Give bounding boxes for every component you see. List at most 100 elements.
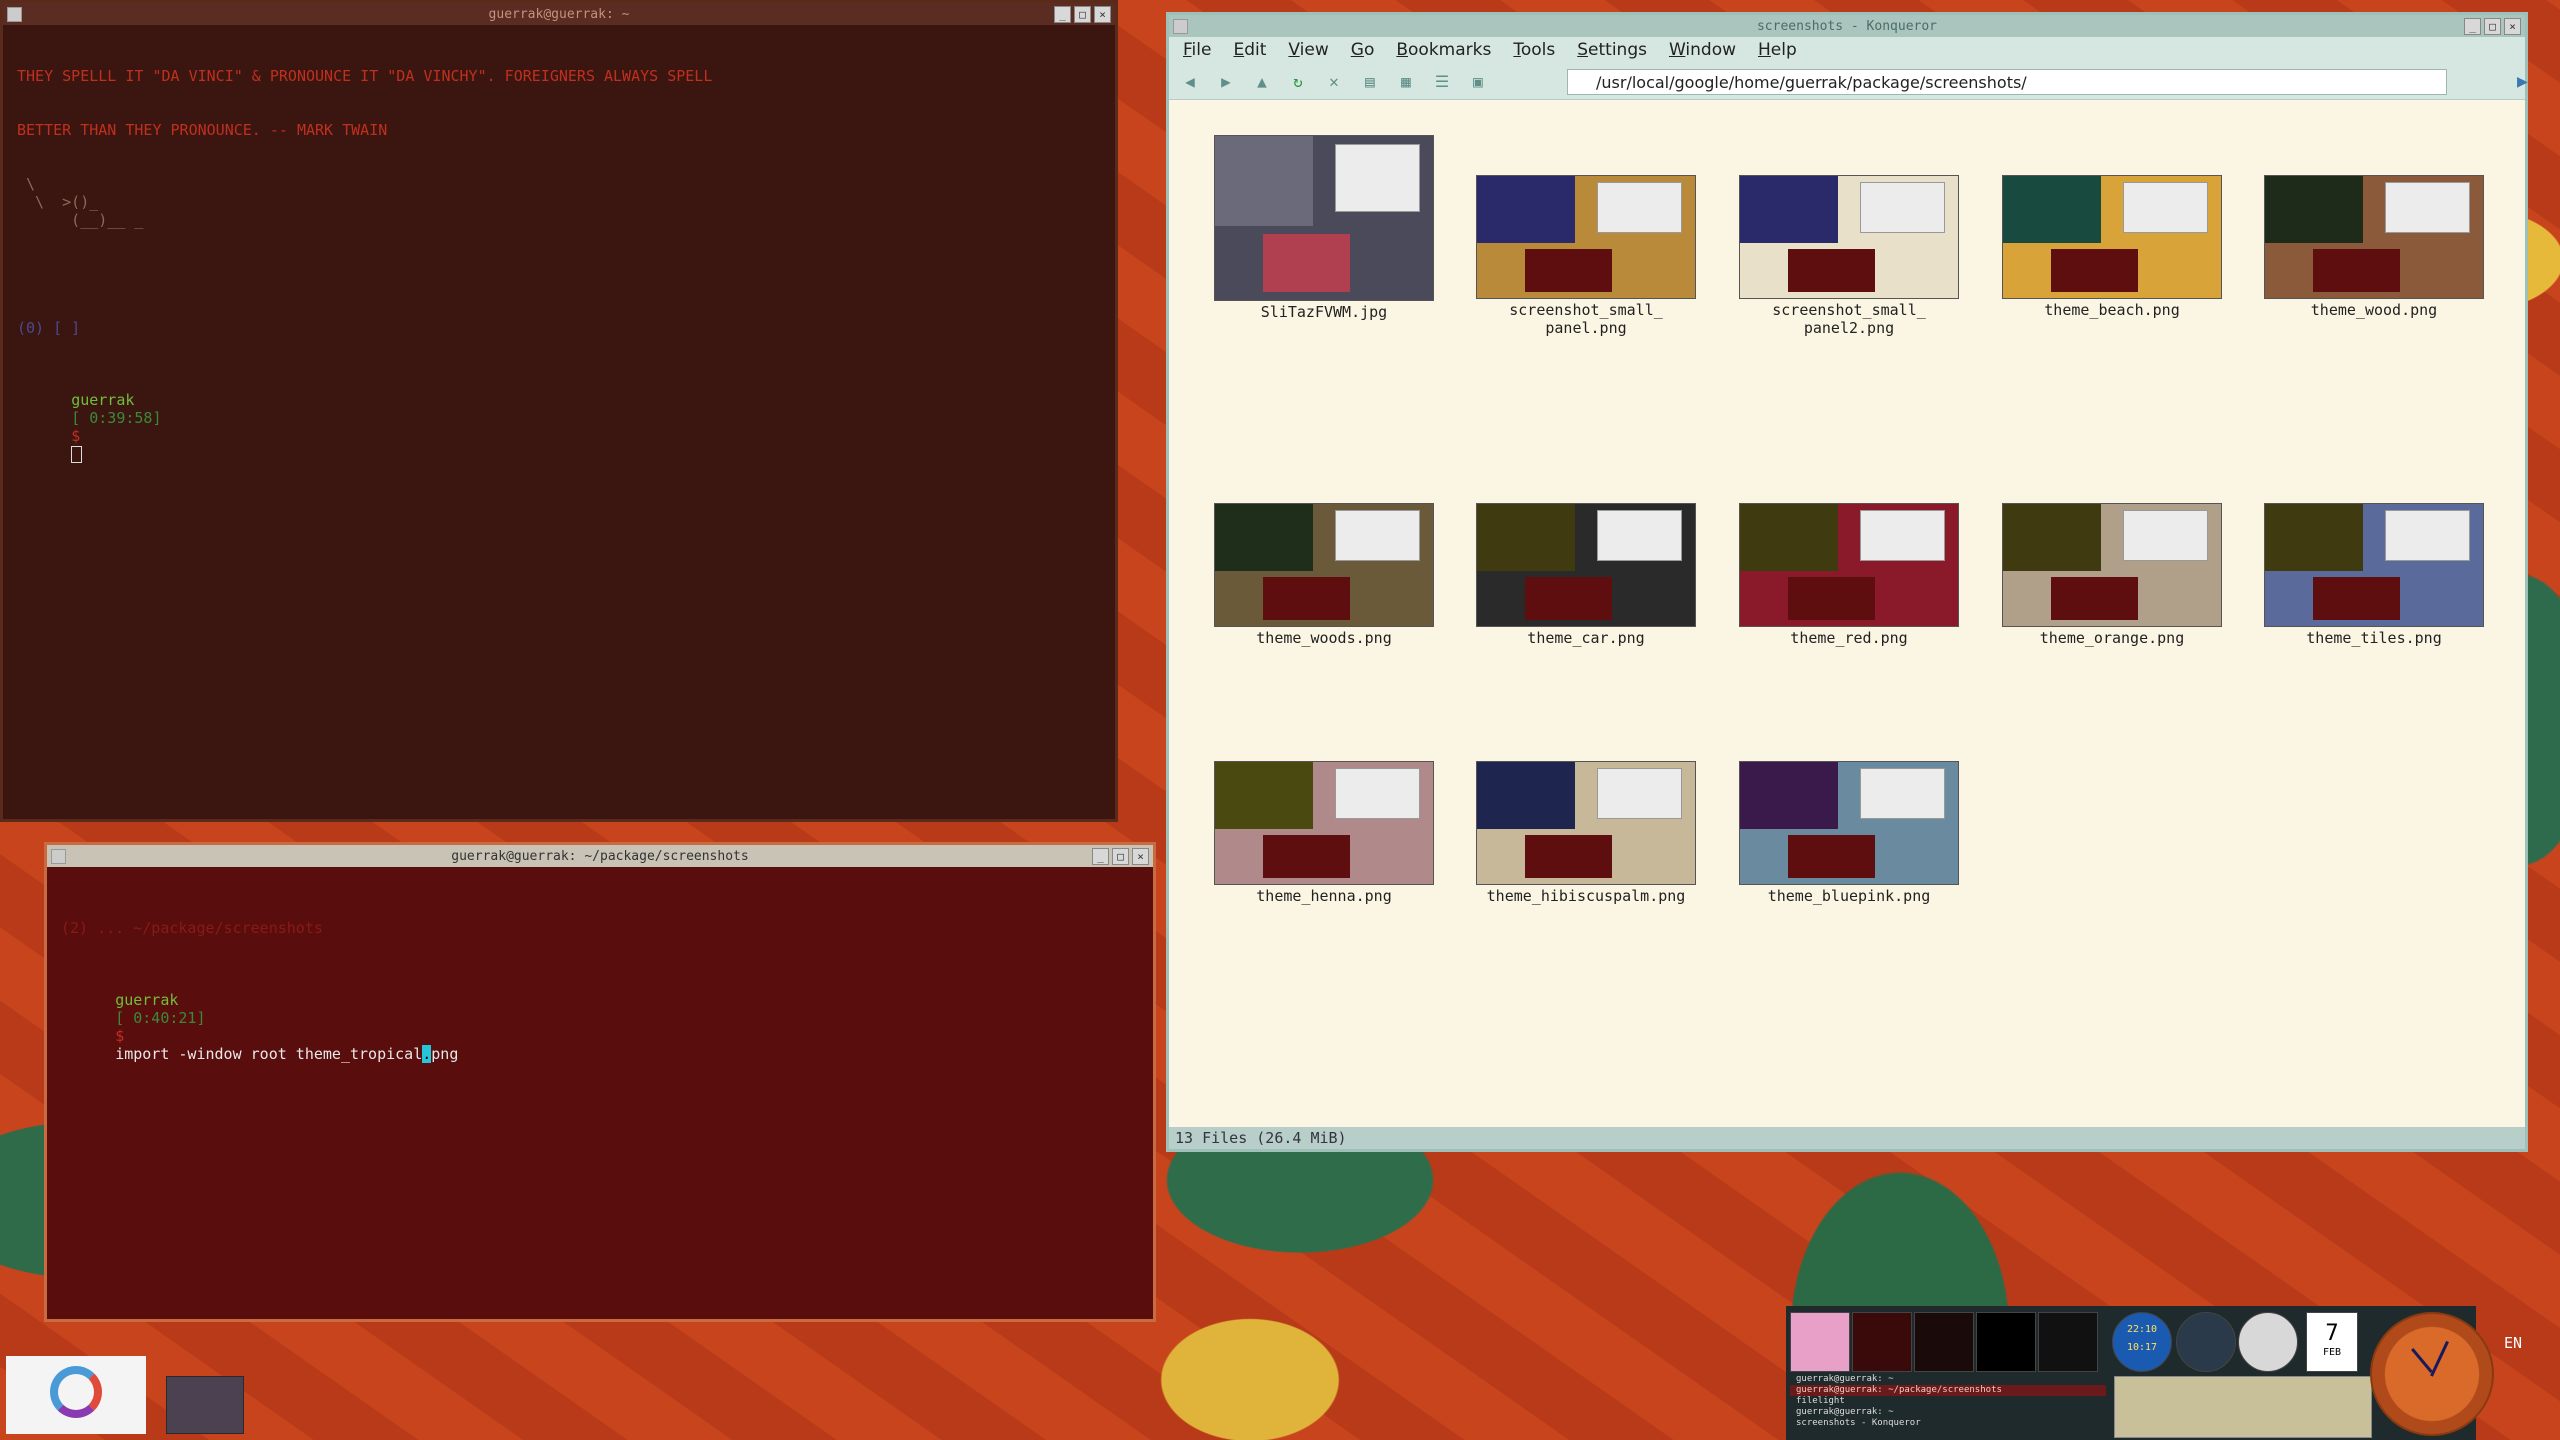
go-icon[interactable]: ▶ bbox=[2517, 71, 2528, 92]
prompt-user: guerrak bbox=[115, 991, 179, 1009]
file-item[interactable]: theme_tiles.png bbox=[2259, 503, 2489, 647]
world-clock-time-1: 22:10 bbox=[2126, 1324, 2158, 1335]
file-item[interactable]: screenshot_small_ panel.png bbox=[1471, 175, 1701, 337]
status-bar: 13 Files (26.4 MiB) bbox=[1169, 1127, 2525, 1149]
file-name: screenshot_small_ panel2.png bbox=[1772, 301, 1926, 337]
file-item[interactable]: theme_woods.png bbox=[1209, 503, 1439, 647]
menu-settings[interactable]: Settings bbox=[1577, 40, 1647, 60]
up-icon[interactable]: ▲ bbox=[1249, 68, 1275, 94]
close-button[interactable]: × bbox=[1094, 6, 1111, 23]
file-thumbnail bbox=[1476, 503, 1696, 627]
konqueror-title: screenshots - Konqueror bbox=[1756, 18, 1937, 34]
clock-hand bbox=[2430, 1340, 2449, 1377]
menu-file[interactable]: File bbox=[1183, 40, 1211, 60]
file-thumbnail bbox=[2002, 175, 2222, 299]
minimize-button[interactable]: _ bbox=[1092, 848, 1109, 865]
file-thumbnail bbox=[1214, 135, 1434, 301]
terminal2-title: guerrak@guerrak: ~/package/screenshots bbox=[451, 848, 749, 864]
stop-icon[interactable]: ✕ bbox=[1321, 68, 1347, 94]
file-thumbnail bbox=[2264, 503, 2484, 627]
file-name: theme_tiles.png bbox=[2306, 629, 2442, 647]
window-menu-icon[interactable] bbox=[7, 7, 22, 22]
calendar-day: 7 bbox=[2325, 1321, 2339, 1346]
task-item-active[interactable]: guerrak@guerrak: ~/package/screenshots bbox=[1790, 1385, 2106, 1396]
icon-view-icon[interactable]: ▦ bbox=[1393, 68, 1419, 94]
file-thumbnail bbox=[1739, 761, 1959, 885]
menu-view[interactable]: View bbox=[1288, 40, 1328, 60]
workspace-switcher[interactable] bbox=[2114, 1376, 2372, 1438]
file-item[interactable]: theme_orange.png bbox=[1997, 503, 2227, 647]
file-item[interactable]: theme_car.png bbox=[1471, 503, 1701, 647]
task-item[interactable]: guerrak@guerrak: ~ bbox=[1790, 1374, 2106, 1385]
file-item[interactable]: SliTazFVWM.jpg bbox=[1209, 135, 1439, 321]
task-item[interactable]: screenshots - Konqueror bbox=[1790, 1418, 2106, 1429]
command-text-rest: png bbox=[431, 1045, 459, 1063]
fortune-line-2: BETTER THAN THEY PRONOUNCE. -- MARK TWAI… bbox=[17, 121, 388, 139]
file-name: theme_woods.png bbox=[1256, 629, 1392, 647]
file-name: theme_hibiscuspalm.png bbox=[1486, 887, 1686, 905]
fortune-line-1: THEY SPELLL IT "DA VINCI" & PRONOUNCE IT… bbox=[17, 67, 713, 85]
back-icon[interactable]: ◀ bbox=[1177, 68, 1203, 94]
file-item[interactable]: theme_bluepink.png bbox=[1734, 761, 1964, 905]
maximize-button[interactable]: □ bbox=[2484, 18, 2501, 35]
close-button[interactable]: × bbox=[1132, 848, 1149, 865]
menu-go[interactable]: Go bbox=[1351, 40, 1375, 60]
file-item[interactable]: theme_wood.png bbox=[2259, 175, 2489, 319]
view-mode-icon[interactable]: ▤ bbox=[1357, 68, 1383, 94]
file-name: theme_orange.png bbox=[2039, 629, 2185, 647]
file-name: theme_beach.png bbox=[2044, 301, 2180, 319]
file-item[interactable]: theme_hibiscuspalm.png bbox=[1471, 761, 1701, 905]
clock-hand bbox=[2411, 1348, 2433, 1373]
file-thumbnail bbox=[2002, 503, 2222, 627]
term2-status-line: (2) ... ~/package/screenshots bbox=[61, 919, 323, 937]
window-menu-icon[interactable] bbox=[1173, 19, 1188, 34]
task-item[interactable]: guerrak@guerrak: ~ bbox=[1790, 1407, 2106, 1418]
file-item[interactable]: theme_red.png bbox=[1734, 503, 1964, 647]
location-bar[interactable]: /usr/local/google/home/guerrak/package/s… bbox=[1567, 69, 2447, 95]
terminal-window-screenshots[interactable]: guerrak@guerrak: ~/package/screenshots _… bbox=[44, 842, 1156, 1322]
cowsay-art: \ \ >()_ (__)__ _ bbox=[26, 175, 144, 229]
memory-monitor bbox=[1914, 1312, 1974, 1372]
file-thumbnail bbox=[1214, 503, 1434, 627]
maximize-button[interactable]: □ bbox=[1112, 848, 1129, 865]
prompt-user: guerrak bbox=[71, 391, 135, 409]
minimize-button[interactable]: _ bbox=[2464, 18, 2481, 35]
prompt-symbol: $ bbox=[71, 427, 81, 445]
konqueror-window[interactable]: screenshots - Konqueror _ □ × File Edit … bbox=[1166, 12, 2528, 1152]
detail-view-icon[interactable]: ☰ bbox=[1429, 68, 1455, 94]
maximize-button[interactable]: □ bbox=[1074, 6, 1091, 23]
tree-view-icon[interactable]: ▣ bbox=[1465, 68, 1491, 94]
file-name: theme_red.png bbox=[1790, 629, 1908, 647]
disk-monitor bbox=[2038, 1312, 2098, 1372]
terminal1-titlebar[interactable]: guerrak@guerrak: ~ _ □ × bbox=[3, 3, 1115, 25]
wallpaper-applet[interactable] bbox=[1790, 1312, 1850, 1372]
file-item[interactable]: theme_henna.png bbox=[1209, 761, 1439, 905]
terminal2-titlebar[interactable]: guerrak@guerrak: ~/package/screenshots _… bbox=[47, 845, 1153, 867]
term1-status-line: (0) [ ] bbox=[17, 319, 81, 337]
close-button[interactable]: × bbox=[2504, 18, 2521, 35]
file-name: SliTazFVWM.jpg bbox=[1260, 303, 1388, 321]
menu-window[interactable]: Window bbox=[1669, 40, 1736, 60]
prompt-symbol: $ bbox=[115, 1027, 125, 1045]
file-item[interactable]: theme_beach.png bbox=[1997, 175, 2227, 319]
konqueror-titlebar[interactable]: screenshots - Konqueror _ □ × bbox=[1169, 15, 2525, 37]
desktop-pager[interactable] bbox=[166, 1376, 244, 1434]
file-thumbnail bbox=[1476, 761, 1696, 885]
launcher-logo-icon[interactable] bbox=[6, 1356, 146, 1434]
calendar-icon[interactable]: 7 FEB bbox=[2306, 1312, 2358, 1372]
terminal-window-home[interactable]: guerrak@guerrak: ~ _ □ × THEY SPELLL IT … bbox=[0, 0, 1118, 822]
keyboard-layout-indicator[interactable]: EN bbox=[2504, 1334, 2522, 1352]
menu-bookmarks[interactable]: Bookmarks bbox=[1396, 40, 1491, 60]
reload-icon[interactable]: ↻ bbox=[1285, 68, 1311, 94]
forward-icon[interactable]: ▶ bbox=[1213, 68, 1239, 94]
window-menu-icon[interactable] bbox=[51, 849, 66, 864]
globe-icon bbox=[2176, 1312, 2236, 1372]
minimize-button[interactable]: _ bbox=[1054, 6, 1071, 23]
term2-prompt[interactable]: guerrak [ 0:40:21] $ import -window root… bbox=[61, 973, 1139, 1081]
task-item[interactable]: filelight bbox=[1790, 1396, 2106, 1407]
world-clock: 22:10 10:17 bbox=[2112, 1312, 2172, 1372]
menu-help[interactable]: Help bbox=[1758, 40, 1797, 60]
menu-edit[interactable]: Edit bbox=[1233, 40, 1266, 60]
file-item[interactable]: screenshot_small_ panel2.png bbox=[1734, 175, 1964, 337]
menu-tools[interactable]: Tools bbox=[1513, 40, 1555, 60]
